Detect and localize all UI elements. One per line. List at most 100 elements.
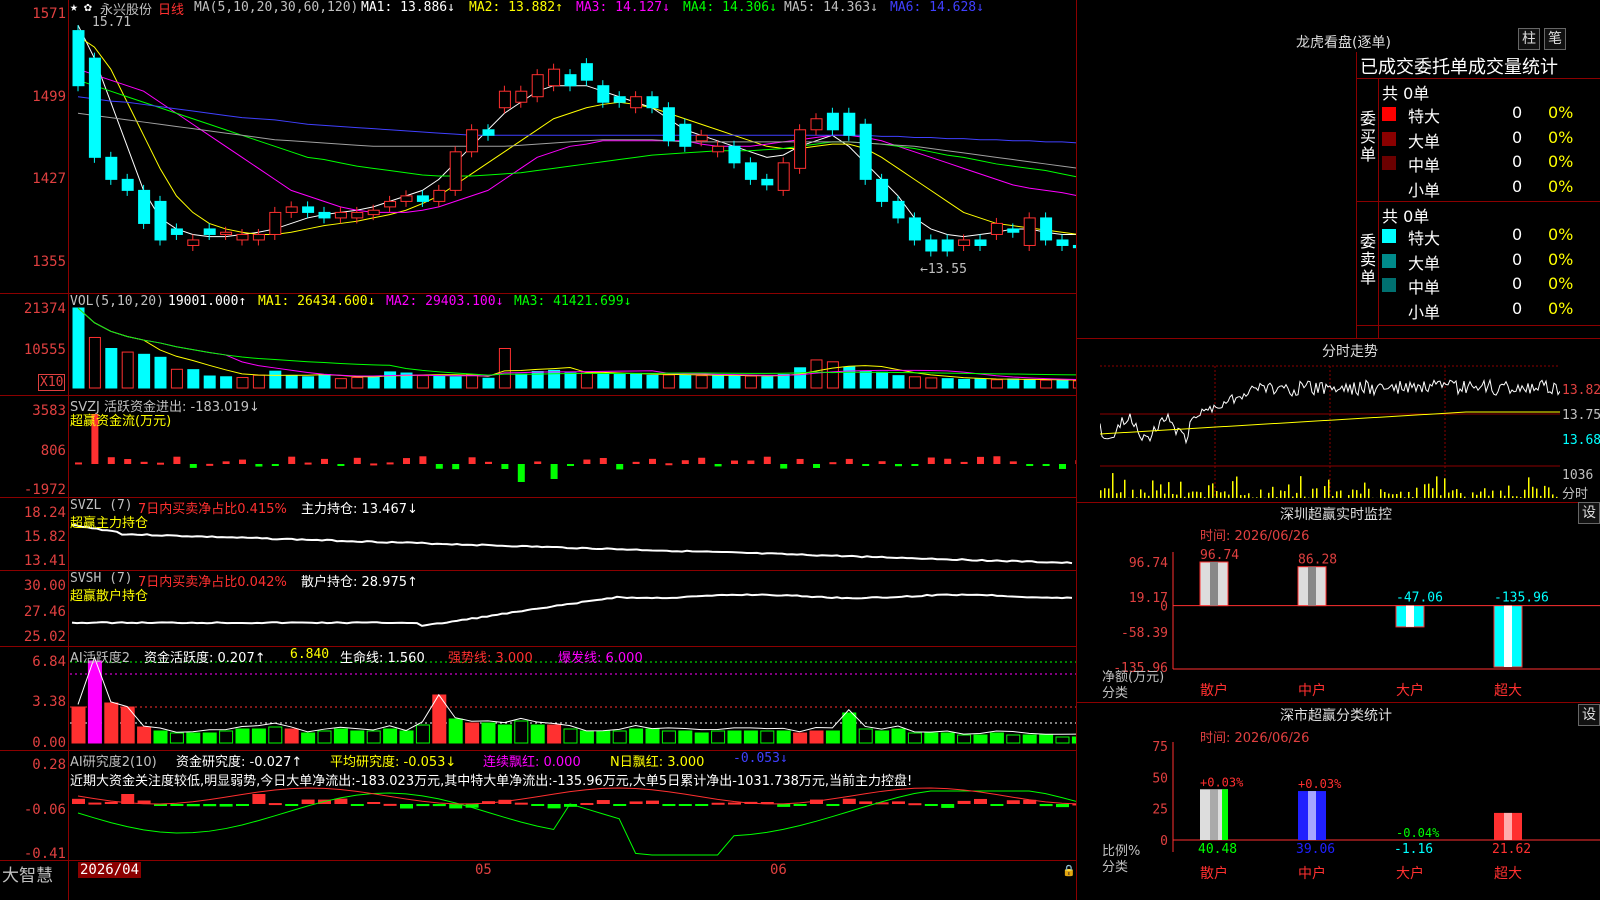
candle-body (400, 195, 413, 202)
intraday-vol-bar (1368, 488, 1370, 498)
bar-mode-button[interactable]: 柱 (1518, 28, 1540, 50)
research-bar (367, 802, 381, 805)
color-swatch (1382, 302, 1396, 317)
candle-body (88, 57, 101, 158)
svsh-pane[interactable]: 30.00 27.46 25.02 SVSH (7) 7日内买卖净占比0.042… (0, 571, 1100, 647)
volume-bar (728, 375, 741, 389)
intraday-vol-bar (1152, 480, 1154, 498)
intraday-vol-bar (1544, 485, 1546, 498)
volume-bar (777, 374, 790, 389)
intraday-vol-bar (1388, 493, 1390, 498)
flow-bar (501, 464, 509, 469)
monitor-bar-highlight (1308, 566, 1316, 606)
intraday-vol-bar (1244, 495, 1246, 498)
candle-body (1040, 217, 1053, 241)
research-bar (974, 798, 987, 804)
classify-value: 40.48 (1198, 842, 1237, 857)
intraday-price-high: 13.82 (1562, 383, 1600, 398)
candle-body (466, 129, 479, 153)
activity-bar (547, 724, 562, 744)
volume-bar (138, 353, 151, 389)
volume-bar (679, 374, 692, 389)
flow-bar (731, 460, 738, 464)
intraday-vol-bar (1360, 493, 1362, 498)
intraday-chart[interactable] (1100, 338, 1560, 503)
flow-bar (206, 463, 214, 466)
activity-bar (481, 722, 496, 744)
color-swatch (1382, 253, 1396, 268)
ai-activity-pane[interactable]: 6.84 3.38 0.00 AI活跃度2 资金活跃度: 0.207↑ 6.84… (0, 647, 1100, 751)
sell-pct: 0% (1548, 249, 1574, 269)
research-bar (219, 804, 233, 807)
period-label[interactable]: 日线 (158, 0, 184, 18)
monitor-category: 大户 (1396, 682, 1424, 699)
candle-body (662, 107, 675, 142)
sell-name: 特大 (1408, 229, 1441, 248)
activity-bar (71, 706, 86, 744)
ma5-label: MA5: 14.363↓ (784, 0, 878, 15)
volume-pane[interactable]: 21374 10555 X10 VOL(5,10,20) 19001.000↑ … (0, 294, 1100, 396)
monitor-chart[interactable]: 96.7419.170-58.39-135.9696.74散户86.28中户-4… (1100, 502, 1600, 702)
ai2-note: 近期大资金关注度较低,明显弱势,今日大单净流出:-183.023万元,其中特大单… (70, 774, 913, 789)
flow-bar (567, 464, 574, 466)
intraday-panel[interactable]: 分时走势 13.82 13.75 13.68 1036 分时 (1100, 338, 1600, 503)
classify-panel[interactable]: 深市超赢分类统计 设 时间: 2026/06/26 75 50 25 0 +0.03% 4… (1100, 702, 1600, 900)
svzj-pane[interactable]: 3583 806 -1972 SVZJ 活跃资金进出: -183.019↓ 超赢… (0, 396, 1100, 498)
intraday-vol-bar (1236, 476, 1238, 498)
volume-bar (416, 375, 429, 389)
classify-bar-edge (1222, 789, 1228, 840)
classify-pct: -0.04% (1396, 826, 1440, 840)
activity-bar (448, 718, 463, 744)
classify-category: 散户 (1200, 865, 1228, 882)
ai2-header: AI研究度2(10) (70, 755, 157, 770)
intraday-vol-bar (1556, 496, 1558, 498)
ma1-label: MA1: 13.886↓ (361, 0, 455, 15)
ma6-line (77, 96, 1077, 144)
volume-bar (794, 367, 807, 389)
ai-research-pane[interactable]: 0.28 -0.06 -0.41 AI研究度2(10) 资金研究度: -0.02… (0, 751, 1100, 862)
candle-body (138, 189, 151, 224)
flow-bar (632, 461, 640, 464)
ai2-last: -0.053↓ (733, 751, 788, 766)
volume-bar (695, 375, 708, 389)
flow-bar (747, 460, 755, 464)
kline-chart[interactable] (0, 0, 1077, 294)
monitor-bar-highlight (1504, 605, 1512, 667)
research-bar (1056, 804, 1069, 808)
intraday-price-mid: 13.75 (1562, 408, 1600, 423)
svzl-ratio: 7日内买卖净占比0.415% (138, 502, 287, 517)
intraday-vol-bar (1232, 481, 1234, 498)
vol-header: VOL(5,10,20) (70, 294, 164, 309)
intraday-vol-bar (1108, 488, 1110, 498)
flow-bar (353, 457, 361, 464)
research-bar (416, 804, 430, 807)
kline-pane[interactable]: 1571 1499 1427 1355 ★ ✿ 永兴股份 日线 MA(5,10,… (0, 0, 1100, 294)
star-icon[interactable]: ★ (70, 0, 78, 15)
svzl-pane[interactable]: 18.24 15.82 13.41 SVZL (7) 7日内买卖净占比0.415… (0, 498, 1100, 571)
flow-bar (813, 464, 820, 468)
volume-bar (990, 379, 1003, 389)
research-bar (842, 798, 856, 804)
intraday-vol-bar (1476, 494, 1478, 498)
buy-volume: 0 (1512, 103, 1523, 122)
intraday-vol-bar (1180, 481, 1182, 498)
classify-chart[interactable]: 75 50 25 0 +0.03% 40.48 散户 +0.03% 39.06 中户 -0.04% -… (1100, 702, 1600, 900)
volume-bar (908, 376, 921, 389)
volume-bar (88, 336, 101, 389)
holding-line (71, 523, 1073, 565)
ai1-life: 生命线: 1.560 (340, 651, 425, 666)
monitor-panel[interactable]: 深圳超赢实时监控 设 时间: 2026/06/26 96.74 19.17 0 -58… (1100, 502, 1600, 702)
intraday-vol-bar (1524, 489, 1526, 498)
volume-bar (941, 378, 954, 389)
vol-ma2: MA2: 29403.100↓ (386, 294, 504, 309)
settings-icon[interactable]: ✿ (84, 0, 92, 15)
lock-icon[interactable]: 🔒 (1062, 864, 1076, 877)
x-axis: 大智慧 2026/04 05 06 🔒 (0, 861, 1077, 900)
volume-chart[interactable] (0, 294, 1077, 396)
classify-bar-highlight (1504, 812, 1512, 840)
volume-bar (449, 376, 462, 389)
intraday-vol-bar (1392, 494, 1394, 498)
tick-mode-button[interactable]: 笔 (1544, 28, 1566, 50)
sell-name: 中单 (1408, 278, 1441, 297)
candle-body (220, 231, 233, 235)
